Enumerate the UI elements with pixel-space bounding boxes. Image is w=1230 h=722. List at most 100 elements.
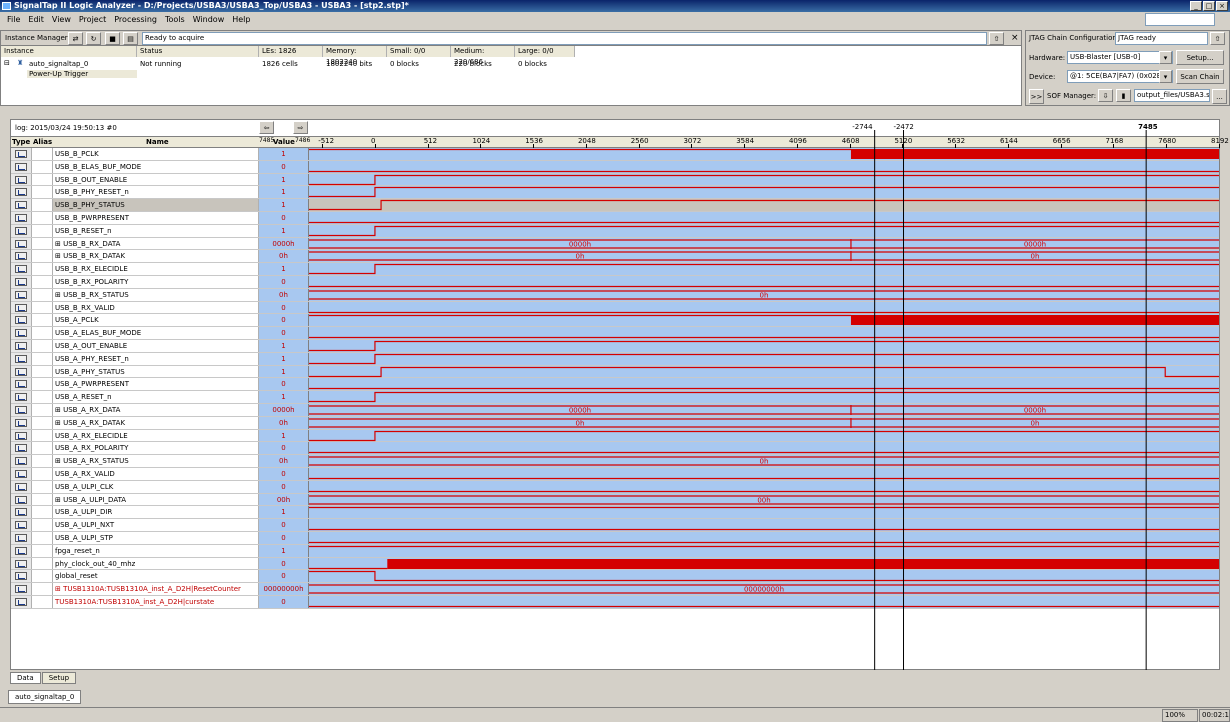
menu-item-file[interactable]: File <box>3 15 24 24</box>
signal-name-cell[interactable]: USB_B_PHY_STATUS <box>53 199 259 211</box>
signal-name-cell[interactable]: USB_A_PHY_STATUS <box>53 365 259 378</box>
expand-bus-icon[interactable]: ⊞ <box>55 291 63 299</box>
signal-waveform[interactable] <box>309 160 1219 173</box>
signal-name-cell[interactable]: global_reset <box>53 570 259 583</box>
signal-name-cell[interactable]: ⊞ USB_A_RX_STATUS <box>53 455 259 467</box>
scan-chain-button[interactable]: Scan Chain <box>1176 69 1224 84</box>
cursor-label[interactable]: -2472 <box>893 123 913 131</box>
signal-waveform[interactable] <box>309 557 1219 570</box>
instance-col-header[interactable]: LEs: 1826 <box>259 46 323 57</box>
signal-row[interactable]: USB_A_ULPI_DIR 1 <box>11 506 1219 520</box>
stop-icon[interactable]: ■ <box>105 32 120 45</box>
sof-expand-button[interactable]: >> <box>1029 89 1044 104</box>
signal-waveform[interactable] <box>309 532 1219 544</box>
expand-bus-icon[interactable]: ⊞ <box>55 406 63 414</box>
expand-bus-icon[interactable]: ⊞ <box>55 252 63 260</box>
signal-waveform[interactable] <box>309 365 1219 378</box>
signal-row[interactable]: TUSB1310A:TUSB1310A_inst_A_D2H|curstate 0 <box>11 596 1219 609</box>
timeline-ruler[interactable]: -512 0 512 1024 1536 2048 2560 3072 3584 4096 4608… <box>309 120 1229 148</box>
search-input[interactable] <box>1145 13 1215 26</box>
minimize-button[interactable]: _ <box>1190 1 1202 11</box>
signal-waveform[interactable]: 0000h 0000h <box>309 404 1219 416</box>
maximize-button[interactable]: □ <box>1203 1 1215 11</box>
signal-row[interactable]: global_reset 0 <box>11 570 1219 584</box>
instance-col-header[interactable]: Instance <box>1 46 137 57</box>
signal-waveform[interactable]: 00h <box>309 493 1219 506</box>
signal-waveform[interactable]: 0h <box>309 455 1219 467</box>
signal-name-cell[interactable]: USB_A_PHY_RESET_n <box>53 352 259 365</box>
instance-col-header[interactable]: Small: 0/0 <box>387 46 451 57</box>
signal-name-cell[interactable]: USB_A_ULPI_NXT <box>53 519 259 531</box>
signal-row[interactable]: USB_A_ULPI_NXT 0 <box>11 519 1219 532</box>
close-panel-icon[interactable]: × <box>1011 33 1019 43</box>
signal-waveform[interactable] <box>309 378 1219 391</box>
signal-name-cell[interactable]: ⊞ USB_A_RX_DATA <box>53 404 259 416</box>
instance-row[interactable]: auto_signaltap_0 Not running 1826 cells 180… <box>1 59 1021 70</box>
signal-waveform[interactable] <box>309 519 1219 531</box>
signal-name-cell[interactable]: USB_A_ULPI_CLK <box>53 480 259 493</box>
signal-name-cell[interactable]: USB_A_PWRPRESENT <box>53 378 259 391</box>
instance-col-header[interactable]: Large: 0/0 <box>515 46 575 57</box>
signal-row[interactable]: USB_B_RX_ELECIDLE 1 <box>11 263 1219 276</box>
menu-item-processing[interactable]: Processing <box>110 15 161 24</box>
signal-name-cell[interactable]: USB_B_RESET_n <box>53 224 259 237</box>
signal-waveform[interactable] <box>309 301 1219 314</box>
signal-row[interactable]: fpga_reset_n 1 <box>11 544 1219 558</box>
signal-waveform[interactable] <box>309 173 1219 186</box>
signal-row[interactable]: USB_B_OUT_ENABLE 1 <box>11 173 1219 187</box>
signal-row[interactable]: USB_A_OUT_ENABLE 1 <box>11 340 1219 353</box>
signal-name-cell[interactable]: TUSB1310A:TUSB1310A_inst_A_D2H|curstate <box>53 596 259 608</box>
close-button[interactable]: × <box>1216 1 1228 11</box>
instance-tab[interactable]: auto_signaltap_0 <box>8 690 82 704</box>
signal-name-cell[interactable]: USB_A_RX_POLARITY <box>53 442 259 455</box>
signal-row[interactable]: USB_B_RX_VALID 0 <box>11 301 1219 315</box>
signal-name-cell[interactable]: ⊞ USB_B_RX_STATUS <box>53 288 259 301</box>
signal-row[interactable]: USB_A_PCLK 0 <box>11 314 1219 328</box>
signal-row[interactable]: ⊞ USB_B_RX_DATA 0000h 0000h 0000h <box>11 237 1219 251</box>
next-log-icon[interactable]: ⇨ <box>293 121 308 134</box>
signal-waveform[interactable] <box>309 327 1219 339</box>
signal-waveform[interactable] <box>309 276 1219 288</box>
expand-bus-icon[interactable]: ⊞ <box>55 585 63 593</box>
menu-item-view[interactable]: View <box>48 15 75 24</box>
signal-row[interactable]: USB_B_RESET_n 1 <box>11 224 1219 238</box>
signal-row[interactable]: ⊞ USB_B_RX_DATAK 0h 0h 0h <box>11 250 1219 264</box>
signal-waveform[interactable] <box>309 468 1219 480</box>
cursor-label[interactable]: 7485 <box>1138 123 1157 131</box>
jtag-expand-icon[interactable]: ⇧ <box>1210 32 1225 45</box>
signal-row[interactable]: USB_B_PCLK 1 <box>11 148 1219 161</box>
signal-row[interactable]: ⊞ USB_A_ULPI_DATA 00h 00h <box>11 493 1219 507</box>
signal-name-cell[interactable]: ⊞ USB_B_RX_DATA <box>53 237 259 250</box>
signal-name-cell[interactable]: ⊞ USB_A_ULPI_DATA <box>53 493 259 506</box>
signal-row[interactable]: ⊞ USB_B_RX_STATUS 0h 0h <box>11 288 1219 302</box>
signal-row[interactable]: USB_A_PHY_RESET_n 1 <box>11 352 1219 366</box>
signal-waveform[interactable] <box>309 429 1219 442</box>
instance-col-header[interactable]: Memory: 1802240 <box>323 46 387 66</box>
signal-waveform[interactable]: 00000000h <box>309 583 1219 595</box>
signal-name-cell[interactable]: USB_A_ULPI_DIR <box>53 506 259 519</box>
signal-name-cell[interactable]: USB_A_RX_ELECIDLE <box>53 429 259 442</box>
signal-name-cell[interactable]: USB_B_PWRPRESENT <box>53 212 259 224</box>
program-device-icon[interactable]: ⇩ <box>1098 89 1113 102</box>
tab-setup[interactable]: Setup <box>41 672 77 684</box>
signal-waveform[interactable] <box>309 314 1219 327</box>
tab-data[interactable]: Data <box>10 672 41 684</box>
signal-waveform[interactable] <box>309 224 1219 237</box>
hardware-select[interactable]: USB-Blaster [USB-0] <box>1067 51 1173 64</box>
expand-bus-icon[interactable]: ⊞ <box>55 240 63 248</box>
setup-button[interactable]: Setup... <box>1176 50 1224 65</box>
signal-row[interactable]: ⊞ USB_A_RX_DATA 0000h 0000h 0000h <box>11 404 1219 417</box>
signal-name-cell[interactable]: ⊞ USB_A_RX_DATAK <box>53 416 259 429</box>
signal-waveform[interactable] <box>309 340 1219 352</box>
signal-row[interactable]: USB_A_RX_VALID 0 <box>11 468 1219 481</box>
signal-waveform[interactable] <box>309 391 1219 403</box>
signal-row[interactable]: USB_A_ELAS_BUF_MODE 0 <box>11 327 1219 340</box>
device-dropdown-icon[interactable]: ▾ <box>1159 70 1172 83</box>
menu-item-project[interactable]: Project <box>75 15 110 24</box>
signal-name-cell[interactable]: USB_B_PHY_RESET_n <box>53 186 259 199</box>
signal-waveform[interactable]: 0h <box>309 288 1219 301</box>
signal-waveform[interactable] <box>309 442 1219 455</box>
signal-name-cell[interactable]: USB_A_ULPI_STP <box>53 532 259 544</box>
signal-waveform[interactable] <box>309 570 1219 583</box>
signal-name-cell[interactable]: USB_B_RX_VALID <box>53 301 259 314</box>
